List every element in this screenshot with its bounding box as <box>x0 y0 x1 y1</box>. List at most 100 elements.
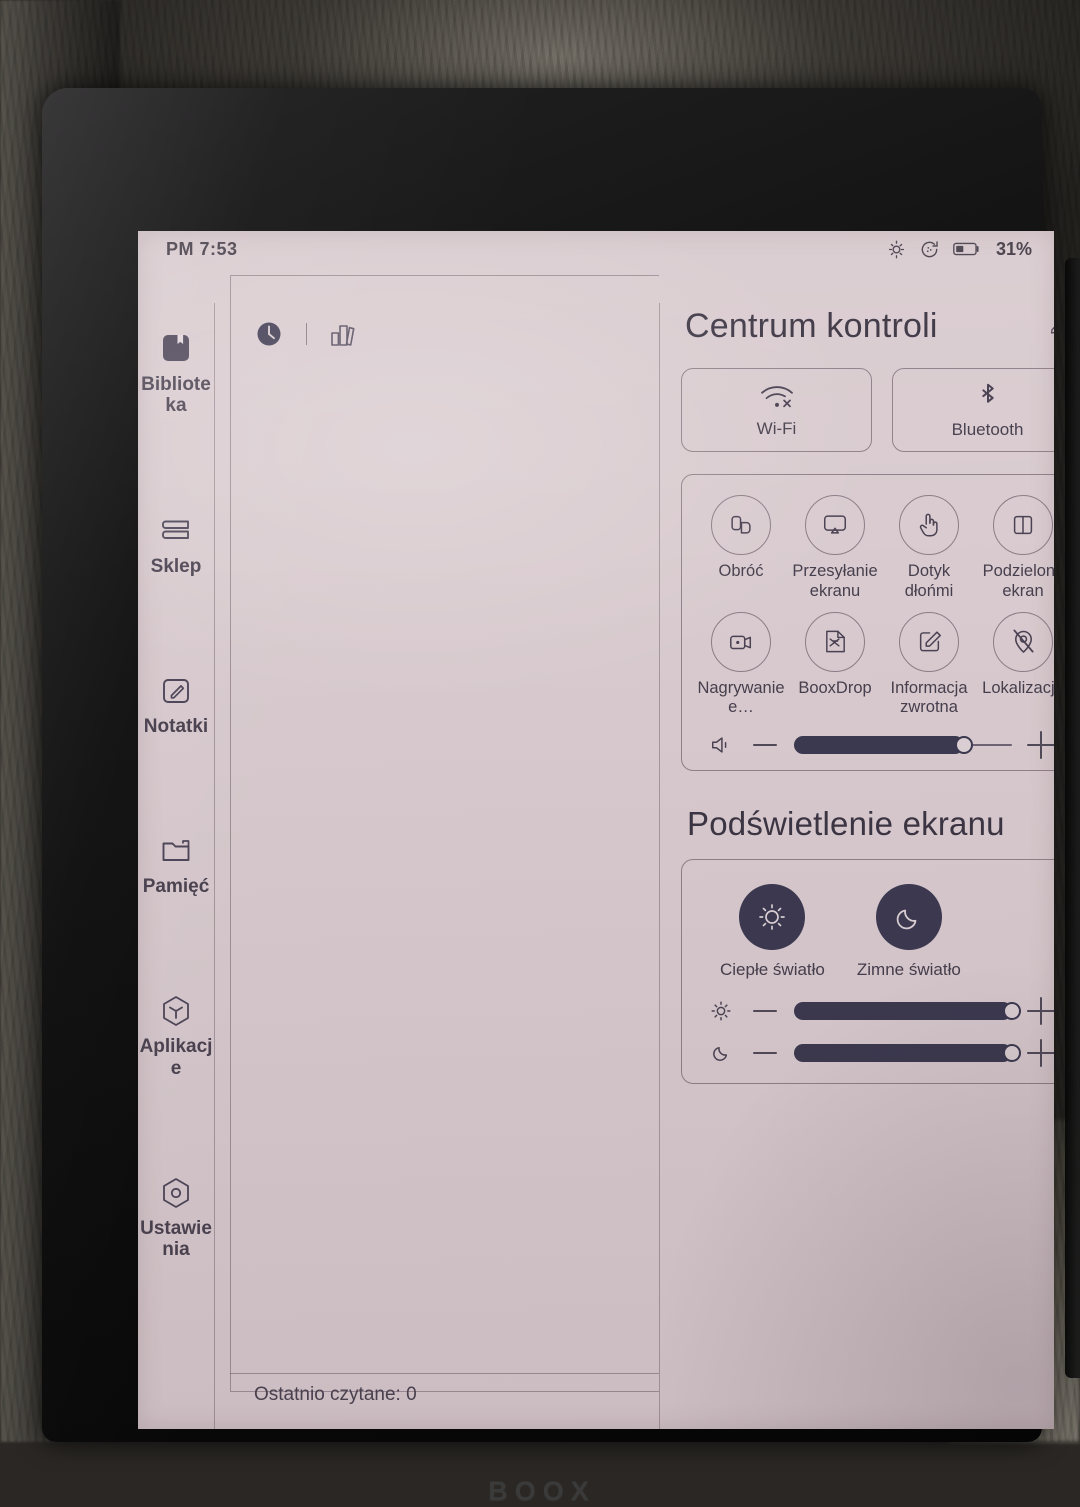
backlight-modes: Ciepłe światło Zimne światło <box>694 884 1054 980</box>
warm-increase-button[interactable] <box>1018 1010 1054 1012</box>
volume-slider-knob[interactable] <box>955 736 973 754</box>
backlight-title: Podświetlenie ekranu <box>681 805 1054 843</box>
sidebar-label-biblioteka: Biblioteka <box>139 374 213 417</box>
tab-recent-clock[interactable] <box>250 315 288 353</box>
tile-label-lokalizacja: Lokalizacja <box>976 679 1054 699</box>
storage-icon <box>156 831 196 871</box>
library-footer: Ostatnio czytane: 0 <box>230 1373 659 1416</box>
tab-bookshelf[interactable] <box>325 315 363 353</box>
warm-light-label: Ciepłe światło <box>720 960 825 980</box>
status-icons: 31% <box>887 239 1032 260</box>
sidebar-item-pamiec[interactable]: Pamięć <box>138 831 214 897</box>
volume-slider-fill <box>794 736 964 754</box>
tile-podzielony-ekran[interactable]: Podzielony ekran <box>976 495 1054 602</box>
warm-brightness-row <box>694 1000 1054 1022</box>
warm-decrease-button[interactable] <box>742 1010 788 1012</box>
control-center-pane: Centrum kontroli <box>659 267 1054 1429</box>
booxdrop-icon <box>805 612 865 672</box>
device-brand-logo: BOOX <box>42 1476 1042 1507</box>
recently-read-count: Ostatnio czytane: 0 <box>230 1384 417 1406</box>
battery-percentage: 31% <box>996 239 1032 260</box>
backlight-card: Ciepłe światło Zimne światło <box>681 859 1054 1084</box>
sidebar-item-ustawienia[interactable]: Ustawienia <box>138 1173 214 1261</box>
pencil-icon[interactable] <box>1041 310 1054 344</box>
library-card <box>230 275 659 1392</box>
cast-screen-icon <box>805 495 865 555</box>
status-clock: PM 7:53 <box>166 239 238 260</box>
tile-lokalizacja[interactable]: Lokalizacja <box>976 612 1054 719</box>
sidebar-item-biblioteka[interactable]: Biblioteka <box>138 329 214 417</box>
rotate-icon <box>711 495 771 555</box>
tile-nagrywanie-ekranu[interactable]: Nagrywanie e… <box>694 612 788 719</box>
split-screen-icon <box>993 495 1053 555</box>
cold-slider-fill <box>794 1044 1012 1062</box>
tile-label-nagrywanie-ekranu: Nagrywanie e… <box>694 679 788 719</box>
cold-decrease-button[interactable] <box>742 1052 788 1054</box>
tile-informacja-zwrotna[interactable]: Informacja zwrotna <box>882 612 976 719</box>
cold-brightness-slider[interactable] <box>794 1052 1012 1054</box>
sidebar-nav: Biblioteka Sklep <box>138 267 214 1429</box>
wifi-off-icon <box>758 382 796 412</box>
warm-brightness-slider[interactable] <box>794 1010 1012 1012</box>
tab-separator <box>306 323 307 345</box>
warm-light-mode[interactable]: Ciepłe światło <box>720 884 825 980</box>
warm-slider-fill <box>794 1002 1012 1020</box>
cold-light-icon <box>700 1042 742 1063</box>
cold-light-icon <box>876 884 942 950</box>
sidebar-label-ustawienia: Ustawienia <box>139 1218 213 1261</box>
sidebar-label-aplikacje: Aplikacje <box>139 1036 213 1079</box>
notes-icon <box>156 671 196 711</box>
refresh-icon[interactable] <box>919 239 940 260</box>
tile-obroc[interactable]: Obróć <box>694 495 788 602</box>
tile-dotyk-dlonmi[interactable]: Dotyk dłońmi <box>882 495 976 602</box>
wifi-toggle[interactable]: Wi-Fi <box>681 368 872 452</box>
library-tabs <box>250 315 363 353</box>
tile-label-obroc: Obróć <box>694 562 788 582</box>
tile-label-informacja-zwrotna: Informacja zwrotna <box>882 679 976 719</box>
bluetooth-toggle[interactable]: Bluetooth <box>892 368 1054 452</box>
device-screen: PM 7:53 <box>138 231 1054 1429</box>
library-divider <box>659 303 660 1429</box>
volume-decrease-button[interactable] <box>742 744 788 746</box>
warm-light-icon <box>739 884 805 950</box>
brightness-icon[interactable] <box>887 240 906 259</box>
cold-light-label: Zimne światło <box>857 960 961 980</box>
volume-slider[interactable] <box>794 744 1012 746</box>
sidebar-divider <box>214 303 215 1429</box>
stylus-side-strip <box>1065 258 1080 1378</box>
cold-increase-button[interactable] <box>1018 1052 1054 1054</box>
quick-settings-card: Obróć Przesyłanie ekranu <box>681 474 1054 771</box>
sidebar-item-notatki[interactable]: Notatki <box>138 671 214 737</box>
tile-label-podzielony-ekran: Podzielony ekran <box>976 562 1054 602</box>
tile-przesylanie-ekranu[interactable]: Przesyłanie ekranu <box>788 495 882 602</box>
volume-icon <box>700 734 742 756</box>
feedback-icon <box>899 612 959 672</box>
wifi-label: Wi-Fi <box>757 419 797 439</box>
quick-settings-grid: Obróć Przesyłanie ekranu <box>694 495 1054 718</box>
sidebar-label-pamiec: Pamięć <box>139 876 213 897</box>
cold-brightness-row <box>694 1042 1054 1063</box>
library-icon <box>156 329 196 369</box>
control-center-header: Centrum kontroli <box>681 307 1054 346</box>
main-body: Biblioteka Sklep <box>138 267 1054 1429</box>
eink-tablet-device: PM 7:53 <box>42 88 1042 1442</box>
sidebar-label-sklep: Sklep <box>139 556 213 577</box>
bluetooth-icon <box>975 381 1001 413</box>
tile-label-dotyk-dlonmi: Dotyk dłońmi <box>882 562 976 602</box>
volume-increase-button[interactable] <box>1018 744 1054 746</box>
status-bar: PM 7:53 <box>138 231 1054 267</box>
tile-booxdrop[interactable]: BooxDrop <box>788 612 882 719</box>
settings-icon <box>156 1173 196 1213</box>
backlight-sliders <box>694 1000 1054 1063</box>
sidebar-item-sklep[interactable]: Sklep <box>138 511 214 577</box>
apps-icon <box>156 991 196 1031</box>
warm-light-icon <box>700 1000 742 1022</box>
tile-label-booxdrop: BooxDrop <box>788 679 882 699</box>
battery-icon <box>953 241 980 257</box>
control-center-title: Centrum kontroli <box>685 307 938 346</box>
cold-light-mode[interactable]: Zimne światło <box>857 884 961 980</box>
sidebar-label-notatki: Notatki <box>139 716 213 737</box>
screen-record-icon <box>711 612 771 672</box>
sidebar-item-aplikacje[interactable]: Aplikacje <box>138 991 214 1079</box>
bluetooth-label: Bluetooth <box>952 420 1024 440</box>
